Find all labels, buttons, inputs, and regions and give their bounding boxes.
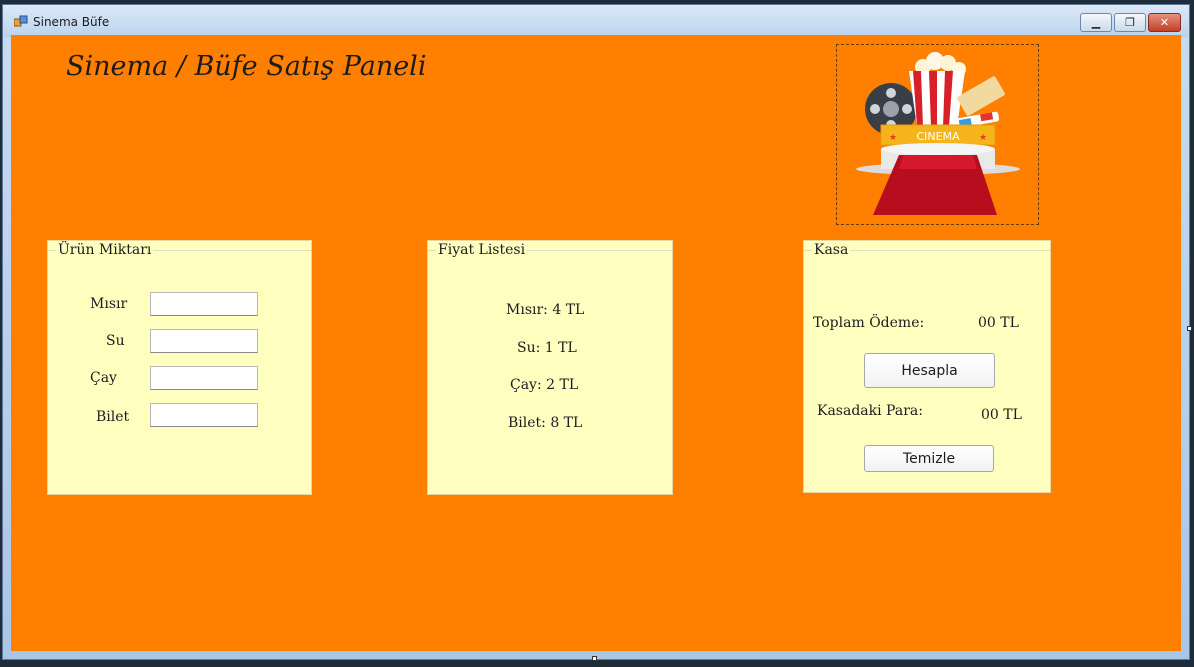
price-item: Bilet: 8 TL xyxy=(508,415,583,431)
price-item: Su: 1 TL xyxy=(517,340,577,356)
app-icon xyxy=(14,15,28,27)
minimize-icon: ▁ xyxy=(1091,16,1101,29)
urun-miktari-group: Ürün Miktarı Mısır Su Çay Bilet xyxy=(47,240,312,495)
misir-label: Mısır xyxy=(90,296,128,312)
svg-text:★: ★ xyxy=(889,133,897,143)
cay-label: Çay xyxy=(90,370,117,386)
window-title: Sinema Büfe xyxy=(33,15,110,29)
form-client-area: Sinema / Büfe Satış Paneli CINEMA ★ ★ Ür… xyxy=(11,35,1181,651)
kasa-title: Kasa xyxy=(812,242,851,258)
title-bar[interactable]: Sinema Büfe ▁ ❐ ✕ xyxy=(3,5,1189,37)
toplam-odeme-value: 00 TL xyxy=(978,315,1019,331)
kasa-group: Kasa Toplam Ödeme: 00 TL Hesapla Kasadak… xyxy=(803,240,1051,493)
price-item: Mısır: 4 TL xyxy=(506,302,585,318)
resize-grip[interactable] xyxy=(592,656,597,661)
hesapla-button[interactable]: Hesapla xyxy=(864,353,995,388)
price-item: Çay: 2 TL xyxy=(510,377,579,393)
cinema-illustration: CINEMA ★ ★ xyxy=(856,52,1020,215)
resize-grip[interactable] xyxy=(1187,326,1192,331)
close-icon: ✕ xyxy=(1159,16,1170,29)
page-title: Sinema / Büfe Satış Paneli xyxy=(66,51,427,82)
bilet-input[interactable] xyxy=(150,403,258,427)
temizle-button[interactable]: Temizle xyxy=(864,445,994,472)
urun-miktari-title: Ürün Miktarı xyxy=(56,242,154,258)
cinema-logo-text: CINEMA xyxy=(916,130,960,143)
cay-input[interactable] xyxy=(150,366,258,390)
kasadaki-para-value: 00 TL xyxy=(981,407,1022,423)
close-button[interactable]: ✕ xyxy=(1148,13,1181,32)
cinema-picture: CINEMA ★ ★ xyxy=(836,44,1039,225)
fiyat-listesi-title: Fiyat Listesi xyxy=(436,242,528,258)
minimize-button[interactable]: ▁ xyxy=(1080,13,1112,32)
su-label: Su xyxy=(106,333,125,349)
maximize-button[interactable]: ❐ xyxy=(1114,13,1146,32)
app-window: Sinema Büfe ▁ ❐ ✕ Sinema / Büfe Satış Pa… xyxy=(2,4,1190,660)
misir-input[interactable] xyxy=(150,292,258,316)
restore-icon: ❐ xyxy=(1125,16,1135,29)
fiyat-listesi-group: Fiyat Listesi Mısır: 4 TL Su: 1 TL Çay: … xyxy=(427,240,673,495)
svg-text:★: ★ xyxy=(979,133,987,143)
su-input[interactable] xyxy=(150,329,258,353)
bilet-label: Bilet xyxy=(96,409,130,425)
toplam-odeme-label: Toplam Ödeme: xyxy=(813,315,925,331)
kasadaki-para-label: Kasadaki Para: xyxy=(817,403,923,419)
